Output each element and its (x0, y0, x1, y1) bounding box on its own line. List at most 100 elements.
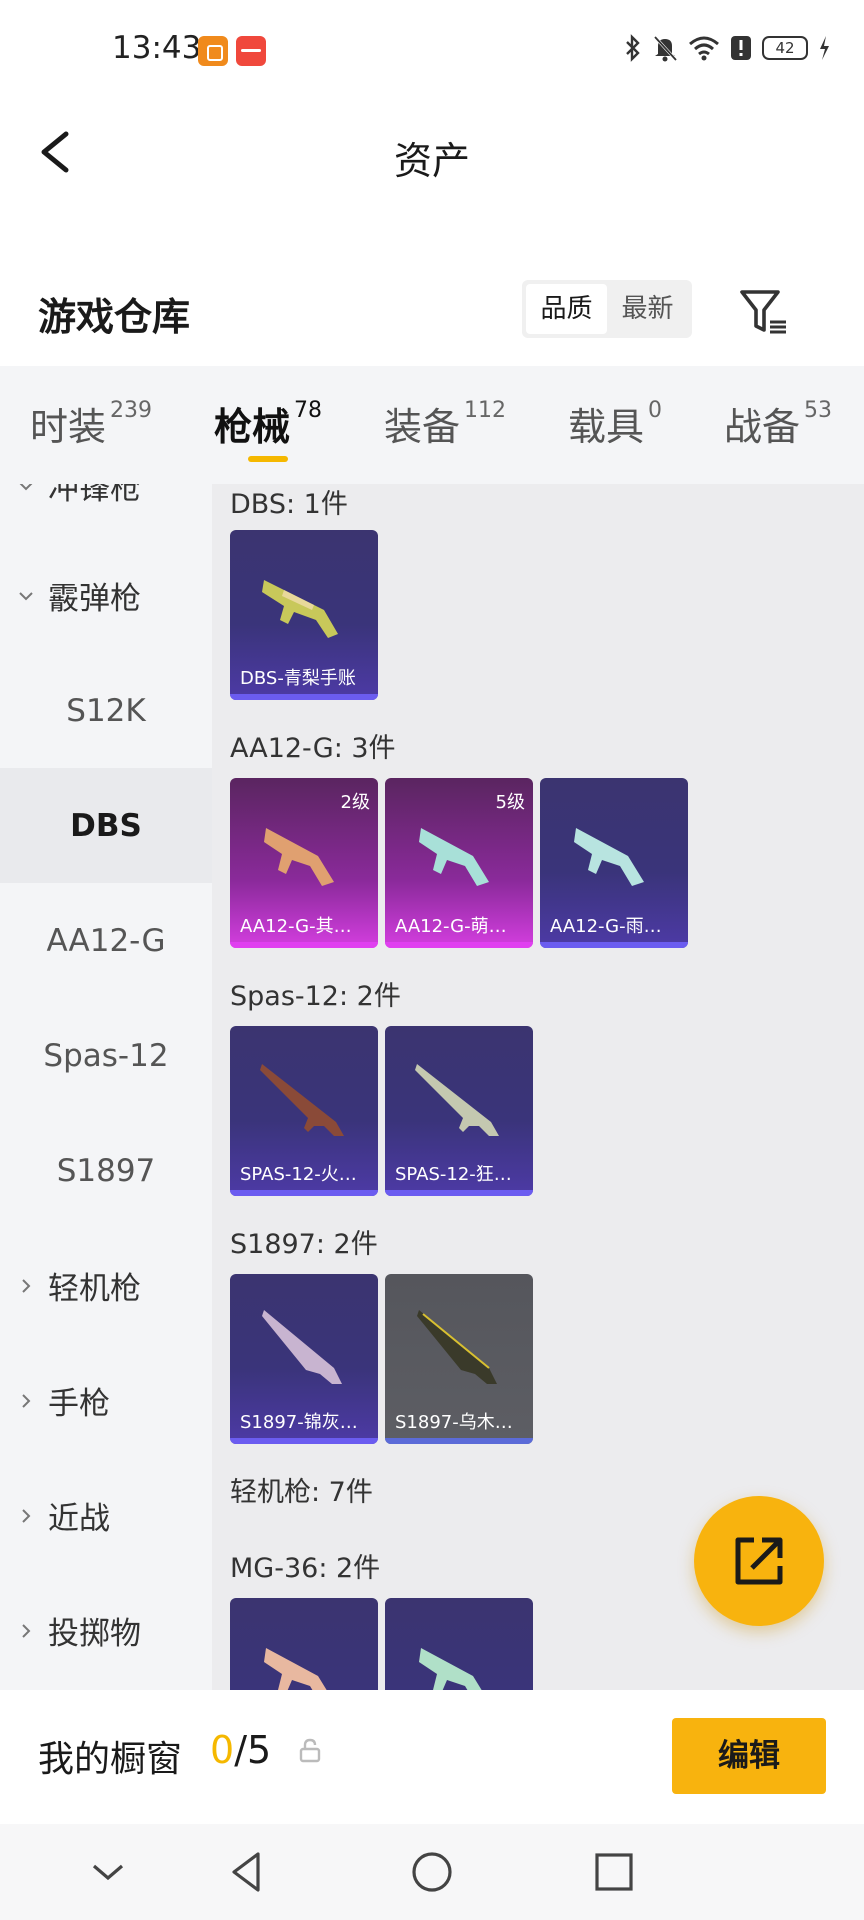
filter-icon[interactable] (736, 284, 792, 340)
weapon-card[interactable] (385, 1598, 533, 1690)
tab-equipment[interactable]: 装备 112 (384, 396, 506, 451)
sidebar-item-spas12[interactable]: Spas-12 (0, 998, 212, 1113)
home-circle-icon[interactable] (406, 1846, 458, 1898)
share-button[interactable] (694, 1496, 824, 1626)
wifi-icon (689, 36, 719, 61)
weapon-category-sidebar: 冲锋枪 霰弹枪 S12K DBS AA12-G Spas-12 S1897 轻机… (0, 484, 212, 1690)
sidebar-item-pistol[interactable]: 手枪 (0, 1343, 212, 1458)
weapon-name: AA12-G-雨… (550, 916, 662, 937)
level-badge: 2级 (340, 792, 370, 813)
gun-image (260, 1064, 344, 1136)
chevron-right-icon (22, 1278, 31, 1293)
rarity-bar (385, 1190, 533, 1196)
section-label: 轻机枪: 7件 (230, 1477, 373, 1508)
gun-image (419, 1648, 482, 1690)
sidebar-item-melee[interactable]: 近战 (0, 1458, 212, 1573)
bluetooth-icon (626, 34, 640, 62)
tab-vehicles[interactable]: 载具 0 (568, 396, 662, 451)
tab-label: 战备 (724, 405, 801, 449)
weapon-name: SPAS-12-狂… (395, 1164, 512, 1185)
section-label: MG-36: 2件 (230, 1553, 381, 1584)
gun-image (419, 828, 489, 886)
tab-label: 时装 (30, 405, 107, 449)
section-label: AA12-G: 3件 (230, 733, 396, 764)
sidebar-item-lmg[interactable]: 轻机枪 (0, 1228, 212, 1343)
chevron-right-icon (22, 1623, 31, 1638)
chevron-down-icon[interactable] (82, 1846, 134, 1898)
sidebar-item-label: 投掷物 (48, 1616, 141, 1652)
weapon-card[interactable]: DBS-青梨手账 (230, 530, 378, 700)
tab-count: 78 (294, 398, 323, 423)
sort-by-quality[interactable]: 品质 (526, 284, 607, 334)
sort-segmented-control: 品质 最新 (522, 280, 692, 338)
tab-fashion[interactable]: 时装 239 (30, 396, 152, 451)
rarity-bar (230, 1190, 378, 1196)
category-tabs: 时装 239 枪械 78 装备 112 载具 0 战备 53 (0, 366, 864, 484)
gun-image (415, 1064, 499, 1136)
sidebar-item-shotgun[interactable]: 霰弹枪 (0, 538, 212, 653)
gun-image (264, 828, 334, 886)
chevron-right-icon (22, 1508, 31, 1523)
header: 资产 (0, 104, 864, 204)
back-triangle-icon[interactable] (222, 1846, 274, 1898)
edit-button[interactable]: 编辑 (672, 1718, 826, 1794)
recents-square-icon[interactable] (588, 1846, 640, 1898)
rarity-bar (385, 1438, 533, 1444)
weapon-card[interactable]: SPAS-12-狂… (385, 1026, 533, 1196)
sidebar-item-smg[interactable]: 冲锋枪 (0, 484, 212, 543)
alert-icon (731, 36, 751, 60)
sidebar-item-label: 近战 (48, 1501, 110, 1537)
weapon-card[interactable]: 5级 AA12-G-萌… (385, 778, 533, 948)
rarity-bar (230, 694, 378, 700)
mute-icon (653, 35, 678, 62)
rarity-bar (230, 942, 378, 948)
tab-label: 装备 (384, 405, 461, 449)
section-label: S1897: 2件 (230, 1229, 378, 1260)
showcase-current: 0 (210, 1728, 235, 1772)
weapon-name: SPAS-12-火… (240, 1164, 357, 1185)
tab-supplies[interactable]: 战备 53 (724, 396, 832, 451)
sidebar-item-label: 霰弹枪 (48, 581, 141, 617)
tab-count: 239 (110, 398, 153, 423)
sidebar-item-label: 冲锋枪 (48, 484, 141, 507)
sidebar-item-s1897[interactable]: S1897 (0, 1113, 212, 1228)
chevron-down-icon (19, 591, 33, 600)
weapon-name: S1897-乌木… (395, 1412, 513, 1433)
sidebar-item-s12k[interactable]: S12K (0, 653, 212, 768)
app-notification-icon (236, 36, 266, 66)
sidebar-item-aa12g[interactable]: AA12-G (0, 883, 212, 998)
showcase-count: 0/5 (210, 1728, 271, 1772)
weapon-card[interactable]: S1897-锦灰… (230, 1274, 378, 1444)
gun-image (262, 1310, 342, 1384)
weapon-card[interactable]: S1897-乌木… (385, 1274, 533, 1444)
warehouse-title: 游戏仓库 (38, 295, 191, 339)
weapon-card[interactable] (230, 1598, 378, 1690)
charging-icon (820, 36, 829, 60)
weapon-name: DBS-青梨手账 (240, 668, 356, 689)
tab-count: 112 (464, 398, 507, 423)
showcase-label: 我的橱窗 (38, 1739, 183, 1780)
tab-count: 0 (648, 398, 663, 423)
section-label: DBS: 1件 (230, 489, 348, 520)
weapon-card[interactable]: 2级 AA12-G-其… (230, 778, 378, 948)
sidebar-item-dbs[interactable]: DBS (0, 768, 212, 883)
tab-count: 53 (804, 398, 833, 423)
gun-image (417, 1310, 497, 1384)
tab-firearms[interactable]: 枪械 78 (214, 396, 322, 451)
weapon-card[interactable]: SPAS-12-火… (230, 1026, 378, 1196)
chevron-right-icon (22, 1393, 31, 1408)
gun-image (264, 1648, 327, 1690)
sort-by-newest[interactable]: 最新 (607, 284, 688, 334)
battery-icon: 42 (762, 36, 808, 60)
sidebar-item-throwable[interactable]: 投掷物 (0, 1573, 212, 1688)
share-icon (735, 1537, 783, 1585)
page-title: 资产 (393, 139, 470, 183)
rarity-bar (385, 942, 533, 948)
sidebar-item-label: 轻机枪 (48, 1271, 141, 1307)
lock-icon (299, 1738, 321, 1763)
tab-label: 枪械 (214, 405, 291, 449)
status-bar: 13:43 42 (0, 0, 864, 104)
status-time: 13:43 (112, 30, 202, 66)
active-tab-indicator (248, 456, 288, 462)
weapon-card[interactable]: AA12-G-雨… (540, 778, 688, 948)
